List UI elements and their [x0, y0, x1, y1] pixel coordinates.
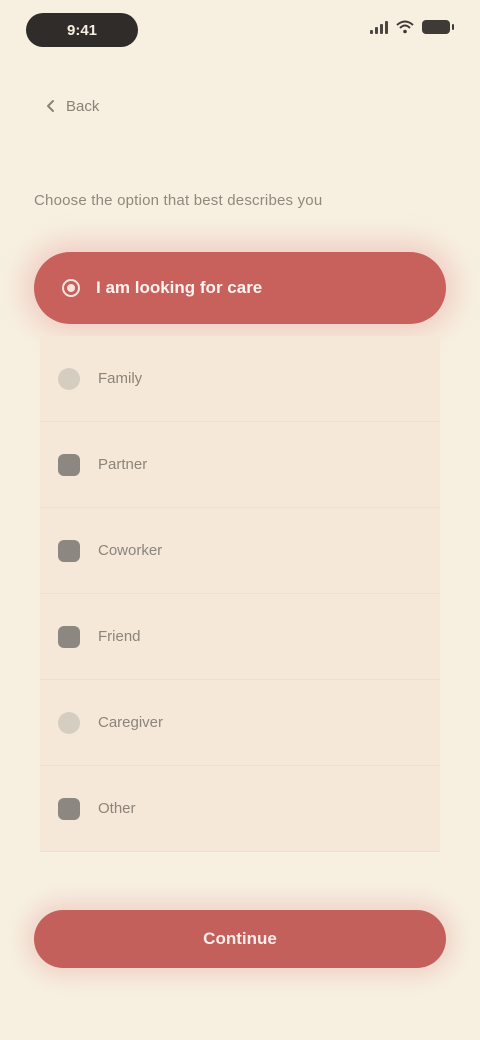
options-list: Family Partner Coworker Friend Caregiver… — [40, 336, 440, 852]
radio-selected-icon — [62, 279, 80, 297]
page-heading: Choose the option that best describes yo… — [34, 192, 323, 209]
partner-icon — [58, 453, 80, 476]
back-label: Back — [66, 97, 100, 115]
continue-button[interactable]: Continue — [34, 910, 446, 968]
family-icon — [58, 367, 80, 390]
list-item[interactable]: Other — [40, 766, 440, 852]
list-item-label: Coworker — [98, 542, 163, 559]
list-item-label: Family — [98, 370, 143, 387]
list-item[interactable]: Friend — [40, 594, 440, 680]
primary-option[interactable]: I am looking for care — [34, 252, 446, 324]
battery-icon — [422, 20, 454, 34]
coworker-icon — [58, 539, 80, 562]
status-time: 9:41 — [26, 13, 138, 47]
list-item-label: Partner — [98, 456, 148, 473]
friend-icon — [58, 625, 80, 648]
list-item[interactable]: Coworker — [40, 508, 440, 594]
chevron-left-icon — [47, 100, 54, 112]
status-bar: 9:41 — [0, 0, 480, 64]
status-icons — [370, 20, 454, 34]
list-item[interactable]: Partner — [40, 422, 440, 508]
list-item[interactable]: Caregiver — [40, 680, 440, 766]
wifi-icon — [396, 20, 414, 34]
list-item-label: Caregiver — [98, 714, 164, 731]
back-button[interactable]: Back — [44, 92, 99, 120]
caregiver-icon — [58, 711, 80, 734]
signal-icon — [370, 20, 388, 34]
list-item[interactable]: Family — [40, 336, 440, 422]
other-icon — [58, 797, 80, 820]
list-item-label: Friend — [98, 628, 141, 645]
primary-option-label: I am looking for care — [96, 278, 263, 297]
list-item-label: Other — [98, 800, 136, 817]
